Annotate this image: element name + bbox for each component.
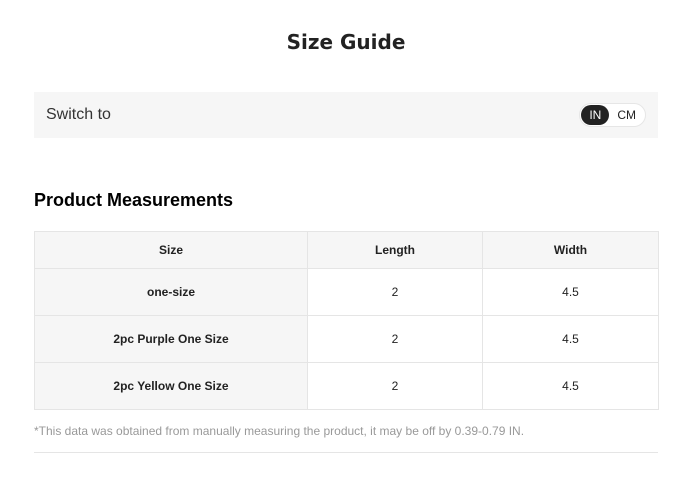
length-cell: 2	[307, 362, 483, 410]
size-cell: 2pc Purple One Size	[34, 315, 308, 363]
measurement-note: *This data was obtained from manually me…	[34, 424, 525, 438]
unit-toggle[interactable]: IN CM	[579, 103, 646, 127]
table-row: 2pc Purple One Size 2 4.5	[34, 315, 659, 363]
table-header-row: Size Length Width	[34, 231, 659, 269]
width-cell: 4.5	[482, 268, 659, 316]
section-title: Product Measurements	[34, 190, 234, 210]
size-guide-page: Size Guide Switch to IN CM Product Measu…	[0, 0, 675, 485]
table-row: 2pc Yellow One Size 2 4.5	[34, 362, 659, 410]
length-cell: 2	[307, 315, 483, 363]
page-title: Size Guide	[286, 30, 406, 54]
switch-label: Switch to	[46, 106, 111, 123]
length-cell: 2	[307, 268, 483, 316]
size-cell: 2pc Yellow One Size	[34, 362, 308, 410]
unit-option-in[interactable]: IN	[581, 105, 610, 125]
width-cell: 4.5	[482, 315, 659, 363]
header-size: Size	[34, 231, 308, 269]
measurements-table: Size Length Width one-size 2 4.5 2pc Pur…	[34, 231, 659, 410]
size-cell: one-size	[34, 268, 308, 316]
unit-option-cm[interactable]: CM	[609, 105, 644, 125]
header-length: Length	[307, 231, 483, 269]
unit-switch-bar: Switch to IN CM	[34, 92, 658, 138]
header-width: Width	[482, 231, 659, 269]
width-cell: 4.5	[482, 362, 659, 410]
table-row: one-size 2 4.5	[34, 268, 659, 316]
divider	[34, 452, 658, 453]
